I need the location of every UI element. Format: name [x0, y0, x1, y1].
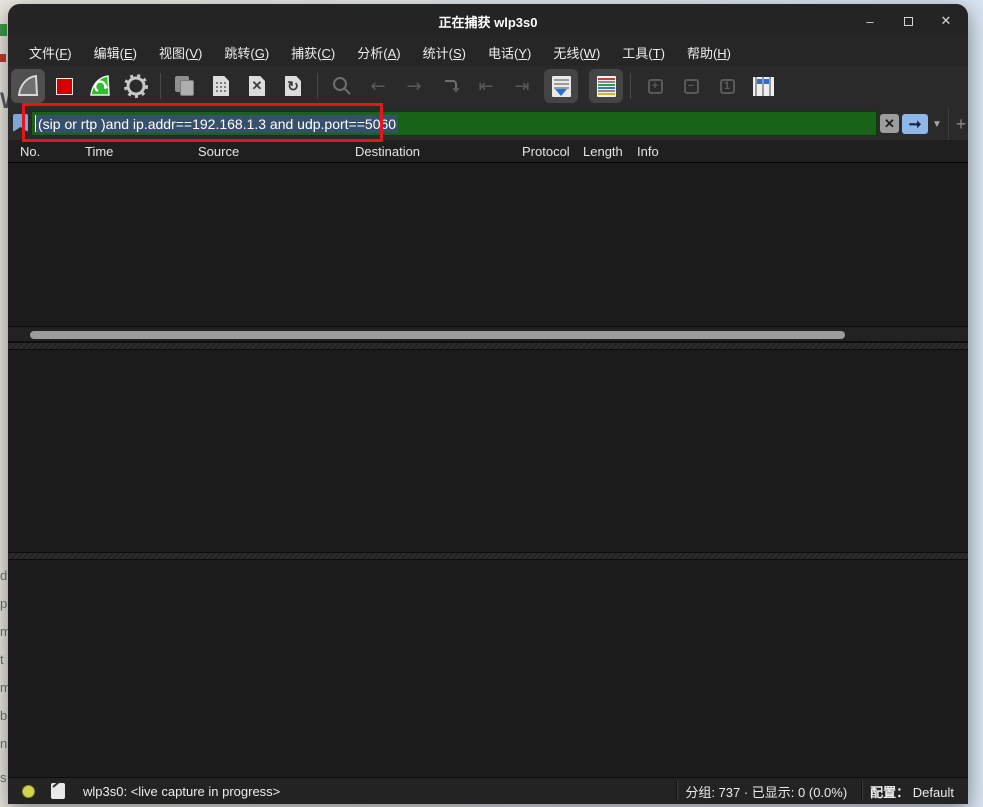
profile-value: Default [913, 785, 954, 800]
menu-analyze[interactable]: 分析(A) [348, 40, 409, 65]
filter-toolbar: (sip or rtp )and ip.addr==192.168.1.3 an… [8, 106, 968, 142]
filter-apply-button[interactable]: ➞ [902, 114, 928, 134]
zoom-in-icon: + [648, 79, 663, 94]
zoom-out-button[interactable]: − [674, 69, 708, 103]
zoom-in-button[interactable]: + [638, 69, 672, 103]
go-forward-button[interactable]: → [397, 69, 431, 103]
last-packet-button[interactable]: ⇥ [505, 69, 539, 103]
capture-status-text: wlp3s0: <live capture in progress> [83, 784, 280, 799]
packet-counts-text: 分组: 737 · 已显示: 0 (0.0%) [685, 782, 847, 801]
maximize-button[interactable] [896, 9, 920, 33]
menubar: 文件(F) 编辑(E) 视图(V) 跳转(G) 捕获(C) 分析(A) 统计(S… [8, 38, 968, 66]
pane-splitter[interactable] [8, 552, 968, 560]
packet-bytes-pane[interactable] [8, 560, 968, 777]
column-header-length[interactable]: Length [583, 144, 623, 159]
horizontal-scrollbar[interactable] [8, 326, 968, 342]
open-file-button[interactable] [168, 69, 202, 103]
zoom-reset-button[interactable]: 1 [710, 69, 744, 103]
filter-clear-button[interactable]: ✕ [880, 114, 899, 133]
save-file-icon [213, 76, 229, 96]
window-title: 正在捕获 wlp3s0 [439, 12, 538, 31]
toolbar-separator [317, 73, 318, 99]
close-file-button[interactable]: ✕ [240, 69, 274, 103]
packet-list-pane[interactable] [8, 163, 968, 326]
menu-wireless[interactable]: 无线(W) [544, 40, 609, 65]
go-to-packet-icon [439, 75, 461, 97]
desktop-fragment-red [0, 54, 6, 62]
close-button[interactable]: ✕ [934, 9, 958, 33]
close-file-icon: ✕ [249, 76, 265, 96]
reload-file-icon: ↻ [285, 76, 301, 96]
column-header-time[interactable]: Time [85, 144, 113, 159]
column-header-info[interactable]: Info [637, 144, 659, 159]
statusbar: wlp3s0: <live capture in progress> 分组: 7… [8, 777, 968, 804]
sharkfin-start-capture-icon [15, 73, 41, 99]
filter-separator [948, 108, 949, 140]
zoom-out-icon: − [684, 79, 699, 94]
open-file-icon [175, 76, 195, 96]
restart-capture-button[interactable] [83, 69, 117, 103]
capture-comment-icon[interactable] [51, 783, 65, 799]
statusbar-separator [676, 781, 677, 801]
column-header-protocol[interactable]: Protocol [522, 144, 570, 159]
reload-file-button[interactable]: ↻ [276, 69, 310, 103]
colorize-icon [597, 76, 616, 97]
minimize-button[interactable]: – [858, 9, 882, 33]
menu-go[interactable]: 跳转(G) [215, 40, 278, 65]
filter-expression-text: (sip or rtp )and ip.addr==192.168.1.3 an… [36, 115, 398, 133]
resize-columns-icon [753, 77, 774, 96]
menu-tools[interactable]: 工具(T) [613, 40, 674, 65]
go-back-button[interactable]: ← [361, 69, 395, 103]
go-to-packet-button[interactable] [433, 69, 467, 103]
menu-help[interactable]: 帮助(H) [678, 40, 740, 65]
last-packet-icon: ⇥ [514, 76, 529, 97]
capture-options-button[interactable] [119, 69, 153, 103]
first-packet-icon: ⇤ [478, 76, 493, 97]
titlebar[interactable]: 正在捕获 wlp3s0 – ✕ [8, 4, 968, 38]
main-toolbar: ✕ ↻ ← → ⇤ [8, 66, 968, 106]
find-packet-icon [331, 75, 353, 97]
expert-info-icon[interactable] [22, 785, 35, 798]
stop-capture-button[interactable] [47, 69, 81, 103]
start-capture-button[interactable] [11, 69, 45, 103]
save-file-button[interactable] [204, 69, 238, 103]
statusbar-separator [861, 781, 862, 801]
menu-edit[interactable]: 编辑(E) [85, 40, 146, 65]
filter-add-button[interactable]: + [952, 114, 968, 134]
find-packet-button[interactable] [325, 69, 359, 103]
first-packet-button[interactable]: ⇤ [469, 69, 503, 103]
capture-options-gear-icon [123, 73, 149, 99]
scrollbar-thumb[interactable] [30, 331, 845, 339]
go-forward-icon: → [406, 76, 421, 97]
desktop-fragment-green [0, 24, 7, 36]
filter-bookmark-icon[interactable] [13, 114, 28, 132]
pane-splitter[interactable] [8, 342, 968, 350]
menu-capture[interactable]: 捕获(C) [282, 40, 344, 65]
wireshark-window: 正在捕获 wlp3s0 – ✕ 文件(F) 编辑(E) 视图(V) 跳转(G) … [8, 4, 968, 804]
column-header-no[interactable]: No. [20, 144, 40, 159]
toolbar-separator [160, 73, 161, 99]
auto-scroll-icon [552, 76, 571, 97]
auto-scroll-button[interactable] [544, 69, 578, 103]
filter-dropdown-button[interactable]: ▼ [930, 114, 944, 134]
profile-label: 配置： [870, 785, 909, 800]
column-header-source[interactable]: Source [198, 144, 239, 159]
menu-view[interactable]: 视图(V) [150, 40, 211, 65]
restart-capture-icon [87, 73, 113, 99]
stop-capture-icon [56, 78, 73, 95]
column-header-destination[interactable]: Destination [355, 144, 420, 159]
menu-statistics[interactable]: 统计(S) [414, 40, 475, 65]
toolbar-separator [630, 73, 631, 99]
packet-list-header: No. Time Source Destination Protocol Len… [8, 140, 968, 163]
menu-telephony[interactable]: 电话(Y) [479, 40, 540, 65]
menu-file[interactable]: 文件(F) [20, 40, 81, 65]
packet-details-pane[interactable] [8, 350, 968, 552]
display-filter-input[interactable]: (sip or rtp )and ip.addr==192.168.1.3 an… [31, 111, 877, 136]
resize-columns-button[interactable] [746, 69, 780, 103]
maximize-icon [904, 17, 913, 26]
zoom-reset-icon: 1 [720, 79, 735, 94]
colorize-button[interactable] [589, 69, 623, 103]
go-back-icon: ← [370, 76, 385, 97]
profile-selector[interactable]: 配置： Default [870, 782, 954, 801]
